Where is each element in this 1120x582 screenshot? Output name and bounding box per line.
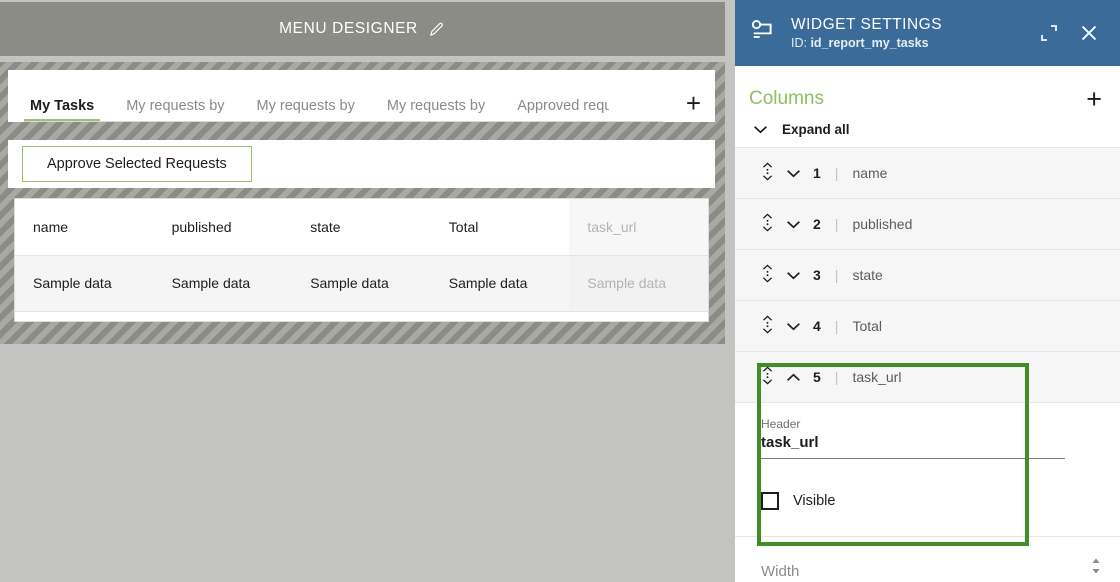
table-col-header-published[interactable]: published bbox=[153, 199, 293, 256]
column-divider: | bbox=[834, 318, 839, 334]
column-row-total[interactable]: 4 | Total bbox=[735, 301, 1120, 352]
header-field-input[interactable]: task_url bbox=[761, 434, 1065, 459]
visible-checkbox[interactable] bbox=[761, 492, 779, 510]
widget-icon bbox=[749, 16, 791, 51]
column-name: published bbox=[852, 216, 913, 232]
tab-my-requests-by-3[interactable]: My requests by bbox=[386, 97, 486, 123]
column-divider: | bbox=[834, 165, 839, 181]
drag-handle-icon[interactable] bbox=[761, 366, 774, 388]
column-index: 5 bbox=[813, 369, 821, 385]
chevron-down-icon bbox=[753, 122, 768, 137]
tab-approved-requests[interactable]: Approved reque bbox=[517, 99, 609, 123]
expand-all-toggle[interactable]: Expand all bbox=[735, 110, 1120, 147]
columns-section-header: Columns + bbox=[735, 66, 1120, 112]
column-row-state[interactable]: 3 | state bbox=[735, 250, 1120, 301]
app-root: MENU DESIGNER My Tasks My requests by My… bbox=[0, 0, 1120, 582]
tab-my-tasks[interactable]: My Tasks bbox=[23, 97, 101, 123]
panel-widget-id: ID: id_report_my_tasks bbox=[791, 35, 1024, 51]
tabs-underline bbox=[24, 121, 663, 122]
column-index: 3 bbox=[813, 267, 821, 283]
column-name: name bbox=[852, 165, 888, 181]
chevron-down-icon[interactable] bbox=[786, 165, 801, 181]
chevron-down-icon[interactable] bbox=[786, 318, 801, 334]
report-table-widget: name published state Total task_url Samp… bbox=[14, 198, 709, 322]
page-title: MENU DESIGNER bbox=[279, 20, 418, 37]
widget-settings-header: WIDGET SETTINGS ID: id_report_my_tasks bbox=[735, 0, 1120, 66]
close-icon[interactable] bbox=[1074, 18, 1104, 48]
tab-my-requests-by-2[interactable]: My requests by bbox=[256, 97, 355, 123]
table-cell-task-url: Sample data bbox=[569, 255, 708, 312]
tab-my-requests-by-1[interactable]: My requests by bbox=[126, 97, 225, 123]
drag-handle-icon[interactable] bbox=[761, 213, 774, 235]
table-cell-state: Sample data bbox=[292, 255, 431, 312]
column-index: 1 bbox=[813, 165, 821, 181]
tab-label: My requests by bbox=[256, 97, 355, 114]
visible-checkbox-row[interactable]: Visible bbox=[761, 492, 1102, 510]
chevron-up-icon[interactable] bbox=[786, 369, 801, 385]
approve-selected-requests-button[interactable]: Approve Selected Requests bbox=[22, 146, 252, 182]
column-name: task_url bbox=[852, 369, 902, 385]
report-table: name published state Total task_url Samp… bbox=[15, 199, 708, 312]
designer-titlebar: MENU DESIGNER bbox=[0, 2, 725, 56]
action-bar-widget: Approve Selected Requests bbox=[8, 140, 715, 188]
column-name: Total bbox=[852, 318, 883, 334]
column-divider: | bbox=[834, 216, 839, 232]
column-row-published[interactable]: 2 | published bbox=[735, 199, 1120, 250]
table-col-header-name[interactable]: name bbox=[15, 199, 154, 256]
expand-icon[interactable] bbox=[1034, 18, 1064, 48]
table-col-header-total[interactable]: Total bbox=[430, 199, 570, 256]
drag-handle-icon[interactable] bbox=[761, 264, 774, 286]
width-field-placeholder[interactable]: Width bbox=[761, 563, 799, 580]
columns-section-title: Columns bbox=[749, 88, 824, 109]
chevron-down-icon[interactable] bbox=[786, 267, 801, 283]
table-header-row: name published state Total task_url bbox=[15, 199, 708, 256]
column-index: 4 bbox=[813, 318, 821, 334]
expand-all-label: Expand all bbox=[782, 122, 850, 137]
tabs-widget: My Tasks My requests by My requests by M… bbox=[8, 70, 715, 122]
table-col-header-task-url[interactable]: task_url bbox=[569, 199, 708, 256]
panel-widget-id-prefix: ID: bbox=[791, 35, 811, 50]
tab-label: My requests by bbox=[386, 97, 486, 114]
visible-checkbox-label: Visible bbox=[793, 493, 836, 509]
chevron-down-icon[interactable] bbox=[786, 216, 801, 232]
add-column-button[interactable]: + bbox=[1086, 85, 1102, 112]
pencil-icon[interactable] bbox=[428, 20, 446, 38]
table-cell-total: Sample data bbox=[430, 255, 570, 312]
table-col-header-state[interactable]: state bbox=[292, 199, 431, 256]
column-index: 2 bbox=[813, 216, 821, 232]
table-cell-published: Sample data bbox=[153, 255, 293, 312]
drag-handle-icon[interactable] bbox=[761, 162, 774, 184]
header-field-label: Header bbox=[761, 417, 801, 431]
column-name: state bbox=[852, 267, 883, 283]
stepper-icon[interactable] bbox=[1090, 557, 1102, 580]
columns-list: 1 | name 2 | published 3 | state 4 | Tot… bbox=[735, 147, 1120, 582]
table-row: Sample data Sample data Sample data Samp… bbox=[15, 255, 708, 312]
panel-widget-id-value: id_report_my_tasks bbox=[810, 35, 929, 50]
tab-label: Approved reque bbox=[517, 98, 610, 114]
column-divider: | bbox=[834, 369, 839, 385]
add-tab-button[interactable]: + bbox=[686, 90, 701, 116]
width-field-row[interactable]: Width bbox=[761, 557, 1102, 582]
table-cell-name: Sample data bbox=[15, 255, 154, 312]
drag-handle-icon[interactable] bbox=[761, 315, 774, 337]
column-divider: | bbox=[834, 267, 839, 283]
column-row-task-url[interactable]: 5 | task_url bbox=[735, 352, 1120, 403]
tab-label: My Tasks bbox=[30, 97, 95, 114]
widget-settings-titles: WIDGET SETTINGS ID: id_report_my_tasks bbox=[791, 15, 1024, 51]
menu-designer-canvas: MENU DESIGNER My Tasks My requests by My… bbox=[0, 0, 735, 582]
panel-title: WIDGET SETTINGS bbox=[791, 16, 943, 34]
widget-settings-panel: WIDGET SETTINGS ID: id_report_my_tasks C… bbox=[735, 0, 1120, 582]
tab-label: My requests by bbox=[126, 97, 225, 114]
tabs-row: My Tasks My requests by My requests by M… bbox=[8, 70, 715, 122]
column-detail-task-url: Header task_url Visible bbox=[735, 403, 1120, 537]
column-row-name[interactable]: 1 | name bbox=[735, 148, 1120, 199]
